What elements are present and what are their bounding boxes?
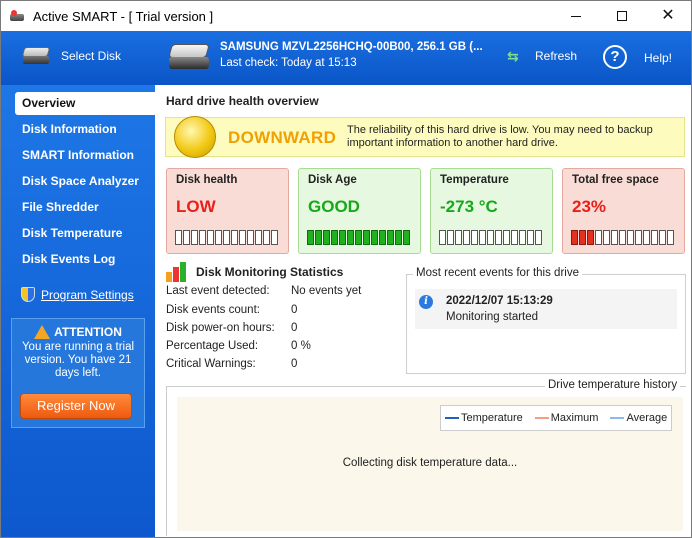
- events-panel: i 2022/12/07 15:13:29 Monitoring started: [406, 274, 686, 374]
- window-title: Active SMART - [ Trial version ]: [33, 8, 214, 24]
- last-check: Last check: Today at 15:13: [220, 57, 357, 69]
- stat-label: Disk events count:: [166, 304, 260, 316]
- app-icon: [9, 8, 25, 24]
- card-title: Temperature: [440, 174, 509, 186]
- app-window: Active SMART - [ Trial version ] ✕ Selec…: [0, 0, 692, 538]
- event-time: 2022/12/07 15:13:29: [446, 295, 553, 307]
- refresh-button[interactable]: ⇆ Refresh: [507, 49, 577, 63]
- status-banner: DOWNWARD The reliability of this hard dr…: [165, 116, 685, 158]
- level-bar: [175, 230, 278, 245]
- select-disk-label: Select Disk: [61, 49, 122, 63]
- status-card: Total free space 23%: [562, 168, 685, 254]
- register-now-button[interactable]: Register Now: [20, 393, 132, 419]
- help-button[interactable]: Help!: [644, 51, 672, 65]
- sidebar-item-disk-events-log[interactable]: Disk Events Log: [15, 248, 155, 271]
- event-list-item[interactable]: i 2022/12/07 15:13:29 Monitoring started: [415, 289, 677, 329]
- attention-panel: ATTENTION You are running a trial versio…: [11, 318, 145, 428]
- minimize-button[interactable]: [553, 1, 599, 31]
- program-settings-label: Program Settings: [41, 287, 134, 302]
- attention-text: You are running a trial version. You hav…: [21, 341, 135, 379]
- sidebar-item-overview[interactable]: Overview: [15, 92, 155, 115]
- stat-value: No events yet: [291, 285, 362, 297]
- attention-title-text: ATTENTION: [54, 325, 122, 339]
- stat-value: 0: [291, 358, 298, 370]
- legend-item-average: Average: [610, 412, 667, 424]
- card-value: GOOD: [308, 197, 360, 216]
- temperature-chart-area: Temperature Maximum Average Collecting d…: [177, 397, 683, 531]
- stat-label: Disk power-on hours:: [166, 322, 275, 334]
- status-light-icon: [174, 116, 216, 158]
- collecting-status: Collecting disk temperature data...: [342, 457, 518, 469]
- drive-name: SAMSUNG MZVL2256HCHQ-00B00, 256.1 GB (..…: [220, 41, 483, 53]
- status-card: Disk Age GOOD: [298, 168, 421, 254]
- refresh-label: Refresh: [535, 49, 578, 63]
- help-icon[interactable]: ?: [603, 45, 627, 69]
- stat-value: 0: [291, 322, 298, 334]
- page-title: Hard drive health overview: [166, 94, 319, 108]
- card-value: LOW: [176, 197, 216, 216]
- level-bar: [571, 230, 674, 245]
- level-bar: [307, 230, 410, 245]
- maximize-icon: [617, 11, 627, 21]
- stats-title-text: Disk Monitoring Statistics: [196, 265, 344, 279]
- status-description: The reliability of this hard drive is lo…: [347, 124, 653, 149]
- close-button[interactable]: ✕: [645, 1, 691, 31]
- legend-item-temperature: Temperature: [445, 412, 523, 424]
- event-message: Monitoring started: [446, 311, 539, 323]
- level-bar: [439, 230, 542, 245]
- status-card: Temperature -273 °C: [430, 168, 553, 254]
- sidebar-item-disk-space-analyzer[interactable]: Disk Space Analyzer: [15, 170, 155, 193]
- legend-item-maximum: Maximum: [534, 412, 598, 424]
- sidebar: Overview Disk Information SMART Informat…: [1, 85, 155, 537]
- status-card: Disk health LOW: [166, 168, 289, 254]
- hard-drive-icon: [21, 45, 53, 67]
- sidebar-item-file-shredder[interactable]: File Shredder: [15, 196, 155, 219]
- refresh-icon: ⇆: [507, 48, 519, 64]
- select-disk-button[interactable]: Select Disk: [21, 45, 121, 67]
- temperature-history-title: Drive temperature history: [545, 379, 681, 391]
- shield-icon: [21, 287, 35, 302]
- current-drive-icon: [167, 41, 211, 73]
- status-text: DOWNWARD: [228, 128, 337, 147]
- stats-title: Disk Monitoring Statistics: [166, 262, 343, 282]
- toolbar: Select Disk SAMSUNG MZVL2256HCHQ-00B00, …: [1, 31, 691, 85]
- stat-label: Last event detected:: [166, 285, 270, 297]
- maximize-button[interactable]: [599, 1, 645, 31]
- sidebar-item-smart-information[interactable]: SMART Information: [15, 144, 155, 167]
- events-title: Most recent events for this drive: [413, 267, 582, 279]
- close-icon: ✕: [661, 7, 675, 24]
- main-content: Hard drive health overview DOWNWARD The …: [155, 85, 691, 537]
- stat-value: 0: [291, 304, 298, 316]
- stat-value: 0 %: [291, 340, 311, 352]
- card-title: Disk health: [176, 174, 238, 186]
- program-settings-link[interactable]: Program Settings: [21, 287, 134, 302]
- card-title: Disk Age: [308, 174, 357, 186]
- stat-label: Critical Warnings:: [166, 358, 256, 370]
- statistics-chart-icon: [166, 262, 188, 282]
- info-icon: i: [419, 295, 433, 309]
- sidebar-item-disk-information[interactable]: Disk Information: [15, 118, 155, 141]
- warning-icon: [34, 325, 51, 339]
- card-value: -273 °C: [440, 197, 498, 216]
- attention-title: ATTENTION: [12, 325, 144, 339]
- sidebar-item-disk-temperature[interactable]: Disk Temperature: [15, 222, 155, 245]
- card-value: 23%: [572, 197, 607, 216]
- chart-legend: Temperature Maximum Average: [440, 405, 672, 431]
- card-title: Total free space: [572, 174, 659, 186]
- minimize-icon: [571, 15, 581, 17]
- stat-label: Percentage Used:: [166, 340, 259, 352]
- title-bar: Active SMART - [ Trial version ] ✕: [1, 1, 691, 31]
